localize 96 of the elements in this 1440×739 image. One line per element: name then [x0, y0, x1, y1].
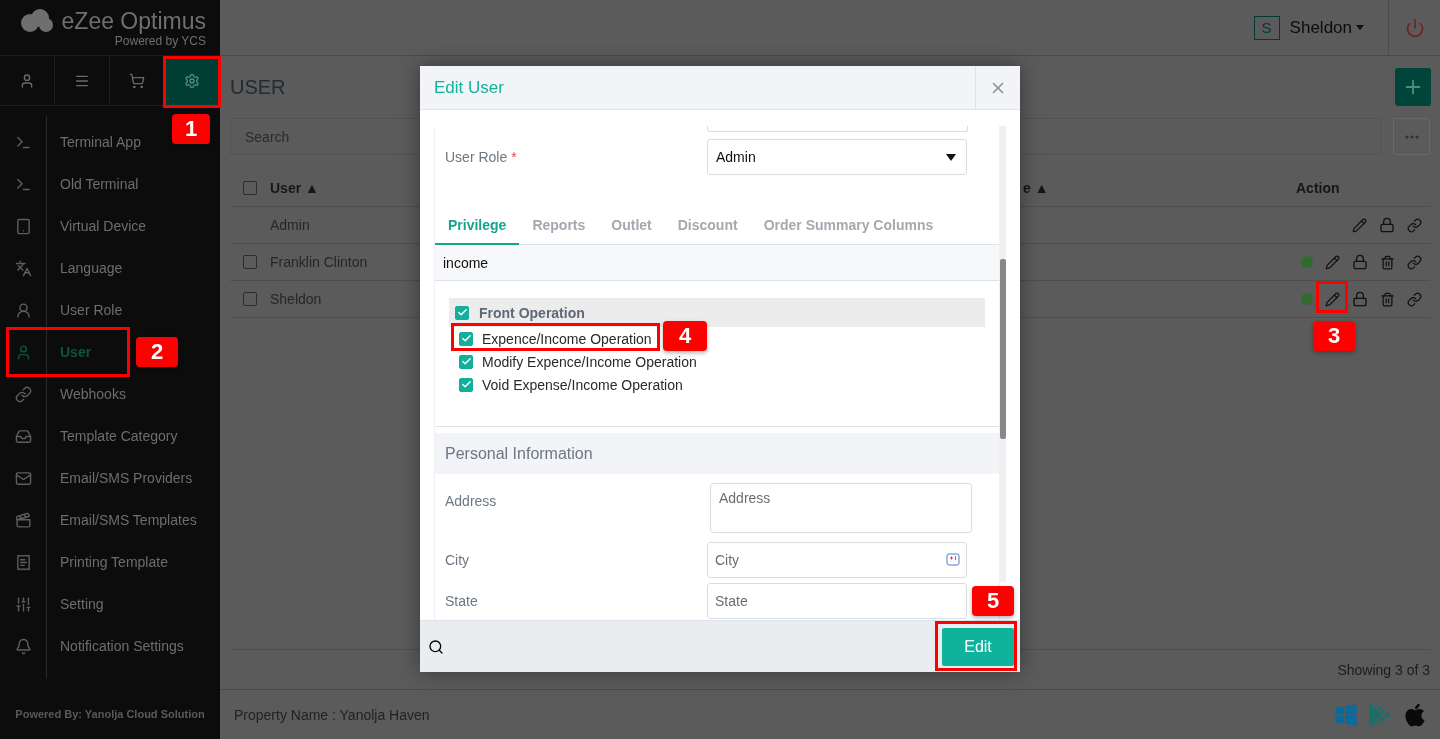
privilege-label: Modify Expence/Income Operation [482, 353, 697, 370]
caret-icon [946, 153, 956, 161]
tab[interactable]: Order Summary Columns [750, 207, 947, 245]
lock-icon[interactable] [1379, 217, 1395, 233]
user-icon [19, 72, 35, 89]
scrollbar[interactable] [1000, 126, 1006, 582]
text-field[interactable]: State [707, 583, 967, 619]
more-icon [1404, 134, 1419, 139]
checkbox[interactable] [459, 377, 473, 392]
privilege-label: Void Expense/Income Operation [482, 376, 683, 393]
link-icon[interactable] [1407, 291, 1422, 307]
field-label: State [444, 593, 479, 609]
role-select[interactable]: Admin [707, 139, 967, 175]
avatar: S [1253, 15, 1280, 40]
link-icon [14, 385, 32, 403]
sidebar-item[interactable]: Notification Settings [0, 625, 192, 667]
step-badge: 4 [663, 321, 707, 351]
section-header: Personal Information [435, 433, 999, 474]
sidebar-item[interactable]: Language [0, 247, 131, 289]
user-menu[interactable]: Sheldon [1289, 17, 1364, 38]
sidebar-item[interactable]: Printing Template [0, 541, 176, 583]
edit-icon[interactable] [1325, 291, 1340, 307]
settings-icon [184, 72, 200, 89]
dialog-title: Edit User [434, 77, 504, 98]
logo-icon [19, 7, 54, 34]
caret-icon [1356, 25, 1364, 30]
field-label: User Role * [444, 149, 518, 165]
highlight-frame [163, 56, 221, 108]
person-icon [14, 301, 32, 319]
more-button[interactable] [1393, 118, 1430, 155]
step-badge: 2 [136, 337, 178, 367]
mail-icon [14, 469, 32, 487]
receipt-icon [14, 553, 32, 571]
edit-button[interactable]: Edit [942, 627, 1014, 666]
language-icon [14, 259, 32, 277]
tab[interactable]: Outlet [598, 207, 665, 245]
sidebar-item[interactable]: Virtual Device [0, 205, 155, 247]
tab[interactable]: Discount [664, 207, 751, 245]
column-header[interactable]: User ▲ [270, 179, 319, 196]
tab[interactable]: Reports [519, 207, 599, 245]
address-field[interactable]: Address [710, 483, 972, 533]
privilege-label: Expence/Income Operation [482, 330, 652, 347]
link-icon[interactable] [1407, 217, 1422, 233]
sidebar-item[interactable]: Old Terminal [0, 163, 147, 205]
step-badge: 1 [172, 114, 210, 144]
bell-icon [14, 637, 32, 655]
field-label: City [444, 552, 471, 568]
sidebar-item[interactable]: Email/SMS Providers [0, 457, 201, 499]
check-icon [460, 356, 472, 367]
checkbox[interactable] [243, 180, 257, 195]
checkbox[interactable] [455, 305, 469, 320]
column-header: Action [1295, 179, 1340, 196]
search-icon[interactable] [428, 638, 444, 655]
row-count: Showing 3 of 3 [1337, 661, 1430, 678]
cart-icon [129, 72, 145, 89]
check-icon [460, 333, 472, 344]
film-icon [14, 511, 32, 529]
sidebar-item[interactable]: User Role [0, 289, 131, 331]
brand-name: eZee Optimus [61, 8, 206, 33]
edit-icon[interactable] [1352, 217, 1367, 233]
text-field[interactable]: City [707, 542, 967, 578]
checkbox[interactable] [243, 292, 257, 306]
checkbox[interactable] [459, 331, 473, 346]
tablet-icon [14, 217, 32, 235]
checkbox[interactable] [243, 255, 257, 269]
inbox-icon [14, 427, 32, 445]
brand-tagline: Powered by YCS [114, 33, 206, 48]
step-badge: 5 [972, 586, 1014, 616]
link-icon[interactable] [1407, 254, 1422, 270]
sliders-icon [14, 595, 32, 613]
edit-icon[interactable] [1325, 254, 1340, 270]
column-header[interactable]: e ▲ [1023, 179, 1049, 196]
filter-field[interactable]: income [435, 245, 999, 281]
property-name: Property Name : Yanolja Haven [234, 706, 430, 723]
sidebar-item[interactable]: Webhooks [0, 373, 134, 415]
delete-icon[interactable] [1380, 254, 1395, 270]
group-label: Front Operation [479, 304, 585, 321]
sidebar-item[interactable]: User [0, 331, 100, 373]
check-icon [456, 307, 468, 318]
highlight-frame [1316, 281, 1348, 313]
sidebar-item[interactable]: Email/SMS Templates [0, 499, 205, 541]
page-title: USER [230, 75, 286, 99]
lock-icon[interactable] [1352, 291, 1368, 307]
delete-icon[interactable] [1380, 291, 1395, 307]
sidebar-item[interactable]: Template Category [0, 415, 186, 457]
keyboard-icon [946, 553, 960, 567]
lock-icon[interactable] [1352, 254, 1368, 270]
sidebar-item[interactable]: Setting [0, 583, 112, 625]
power-icon [1404, 17, 1425, 38]
sidebar-footer: Powered By: Yanolja Cloud Solution [0, 689, 220, 739]
step-badge: 3 [1313, 321, 1355, 351]
add-button[interactable] [1395, 68, 1431, 106]
field-label: Address [444, 492, 498, 509]
checkbox[interactable] [459, 354, 473, 369]
sidebar-item[interactable]: Terminal App [0, 121, 149, 163]
check-icon [460, 379, 472, 390]
